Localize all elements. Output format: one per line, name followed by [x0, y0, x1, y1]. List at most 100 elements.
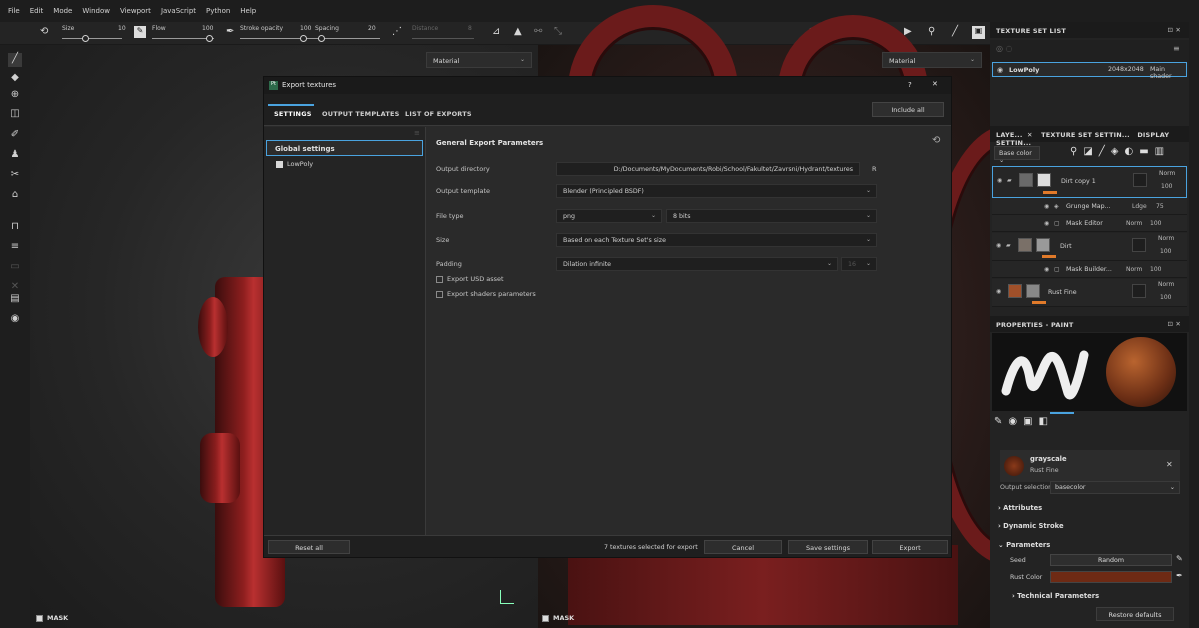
eye-icon[interactable]: ◉ [997, 66, 1003, 74]
layer-color-swatch[interactable] [1132, 238, 1146, 252]
blend-mode[interactable]: Norm [1126, 266, 1142, 273]
flow-slider-knob[interactable] [206, 35, 213, 42]
flow-slider[interactable] [152, 38, 214, 39]
layer-color-swatch[interactable] [1132, 284, 1146, 298]
stroke-spacing-slider[interactable] [240, 38, 380, 39]
spacing-slider-knob[interactable] [318, 35, 325, 42]
padding-select[interactable]: Dilation infinite ⌄ [556, 257, 838, 271]
layer-row[interactable]: ◉ ▰ Dirt Norm 100 [992, 233, 1187, 261]
eye-icon[interactable]: ◉ [1044, 266, 1049, 273]
layer-effect-row[interactable]: ◉ ◈ Grunge Map... Ldge 75 [992, 198, 1187, 215]
effect-opacity[interactable]: 100 [1150, 220, 1161, 227]
list-options-icon[interactable]: ≡ [1173, 44, 1180, 53]
menu-window[interactable]: Window [82, 7, 110, 15]
menu-python[interactable]: Python [206, 7, 230, 15]
annotate-icon[interactable]: ≡ [8, 241, 22, 255]
reset-all-button[interactable]: Reset all [268, 540, 350, 554]
stroke-opacity-value[interactable]: 100 [300, 25, 311, 32]
brush-icon[interactable]: ╱ [952, 26, 958, 37]
bake-icon[interactable]: ⌂ [8, 189, 22, 203]
tilt-icon[interactable]: ⤡ [554, 26, 562, 37]
export-shaders-checkbox[interactable]: Export shaders parameters [436, 290, 536, 298]
file-type-select[interactable]: png ⌄ [556, 209, 662, 223]
effect-opacity[interactable]: 75 [1156, 203, 1164, 210]
dropper-icon[interactable]: ⚲ [928, 26, 935, 37]
output-selection-select[interactable]: basecolor ⌄ [1050, 481, 1180, 494]
material-dropdown-right[interactable]: Material ⌄ [882, 52, 982, 68]
menu-viewport[interactable]: Viewport [120, 7, 151, 15]
panel-controls-icon[interactable]: ⊡ ✕ [1167, 320, 1181, 328]
visibility-icon[interactable]: ◎ ◌ [996, 44, 1013, 53]
global-settings-item[interactable]: Global settings [266, 140, 423, 156]
stroke-icon[interactable]: ✒ [226, 26, 234, 37]
edit-seed-icon[interactable]: ✎ [1176, 554, 1183, 563]
tab-output-templates[interactable]: OUTPUT TEMPLATES [322, 110, 400, 118]
spacing-value[interactable]: 20 [368, 25, 376, 32]
layer-effect-row[interactable]: ◉ ▢ Mask Editor Norm 100 [992, 215, 1187, 232]
tab-settings[interactable]: SETTINGS [274, 110, 312, 118]
technical-parameters-section[interactable]: › Technical Parameters [1012, 592, 1099, 600]
eraser-icon[interactable]: ◆ [8, 72, 22, 86]
browse-directory-button[interactable]: R [872, 165, 877, 173]
clone-icon[interactable]: ♟ [8, 149, 22, 163]
include-all-button[interactable]: Include all [872, 102, 944, 117]
stroke-slider-knob[interactable] [300, 35, 307, 42]
tab-list-of-exports[interactable]: LIST OF EXPORTS [405, 110, 472, 118]
picker-icon[interactable]: ✂ [8, 169, 22, 183]
lazy-mouse-icon[interactable]: ⋰ [392, 26, 402, 37]
texture-set-item[interactable]: LowPoly [276, 160, 313, 168]
dialog-title-bar[interactable]: Pt Export textures ? ✕ [264, 77, 951, 94]
eye-icon[interactable]: ◉ [1044, 220, 1049, 227]
camera-icon[interactable]: ▣ [972, 26, 985, 39]
size-value[interactable]: 10 [118, 25, 126, 32]
menu-help[interactable]: Help [240, 7, 256, 15]
menu-file[interactable]: File [8, 7, 20, 15]
blend-mode[interactable]: Norm [1159, 170, 1175, 177]
list-menu-icon[interactable]: ≡ [414, 129, 420, 137]
right-dock-scrollbar[interactable] [1189, 22, 1199, 628]
help-button[interactable]: ? [908, 81, 912, 89]
paint-brush-icon[interactable]: ╱ [8, 53, 22, 67]
eye-icon[interactable]: ◉ [1044, 203, 1049, 210]
blend-mode[interactable]: Norm [1158, 281, 1174, 288]
flow-value[interactable]: 100 [202, 25, 213, 32]
reset-params-icon[interactable]: ⟲ [932, 135, 940, 146]
menu-javascript[interactable]: JavaScript [161, 7, 196, 15]
measure-icon[interactable]: ⊓ [8, 221, 22, 235]
blend-mode[interactable]: Ldge [1132, 203, 1147, 210]
property-tabs-icon[interactable]: ✎◉▣◧ [994, 416, 1054, 427]
layer-opacity[interactable]: 100 [1161, 183, 1172, 190]
brush-angle-icon[interactable]: ⟲ [40, 26, 48, 37]
render-icon[interactable]: ▤ [8, 293, 22, 307]
eye-icon[interactable]: ◉ [997, 177, 1002, 184]
menu-mode[interactable]: Mode [53, 7, 72, 15]
layer-row[interactable]: ◉ Rust Fine Norm 100 [992, 279, 1187, 307]
tab-texture-set-settings[interactable]: TEXTURE SET SETTIN... [1041, 131, 1130, 139]
layer-opacity[interactable]: 100 [1160, 248, 1171, 255]
size-slider-knob[interactable] [82, 35, 89, 42]
eye-icon[interactable]: ◉ [996, 288, 1001, 295]
bit-depth-select[interactable]: 8 bits ⌄ [666, 209, 877, 223]
output-template-select[interactable]: Blender (Principled BSDF) ⌄ [556, 184, 877, 198]
size-select[interactable]: Based on each Texture Set's size ⌄ [556, 233, 877, 247]
symmetry-icon[interactable]: ⊿ [492, 26, 500, 37]
cancel-button[interactable]: Cancel [704, 540, 782, 554]
layer-color-swatch[interactable] [1133, 173, 1147, 187]
tab-layers[interactable]: LAYE... [996, 131, 1023, 139]
seed-random-button[interactable]: Random [1050, 554, 1172, 566]
dynamic-stroke-section[interactable]: › Dynamic Stroke [998, 522, 1064, 530]
projection-icon[interactable]: ⊕ [8, 89, 22, 103]
polygon-fill-icon[interactable]: ◫ [8, 108, 22, 122]
smudge-icon[interactable]: ✐ [8, 129, 22, 143]
effect-opacity[interactable]: 100 [1150, 266, 1161, 273]
texture-set-checkbox[interactable] [276, 160, 283, 168]
close-layers-icon[interactable]: ✕ [1027, 131, 1033, 139]
restore-defaults-button[interactable]: Restore defaults [1096, 607, 1174, 621]
parameters-section[interactable]: ⌄ Parameters [998, 541, 1050, 549]
view-icon[interactable]: ◉ [8, 313, 22, 327]
size-slider[interactable] [62, 38, 122, 39]
export-button[interactable]: Export [872, 540, 948, 554]
color-picker-icon[interactable]: ✒ [1176, 571, 1183, 580]
blend-mode[interactable]: Norm [1126, 220, 1142, 227]
flow-icon[interactable]: ✎ [134, 26, 146, 38]
